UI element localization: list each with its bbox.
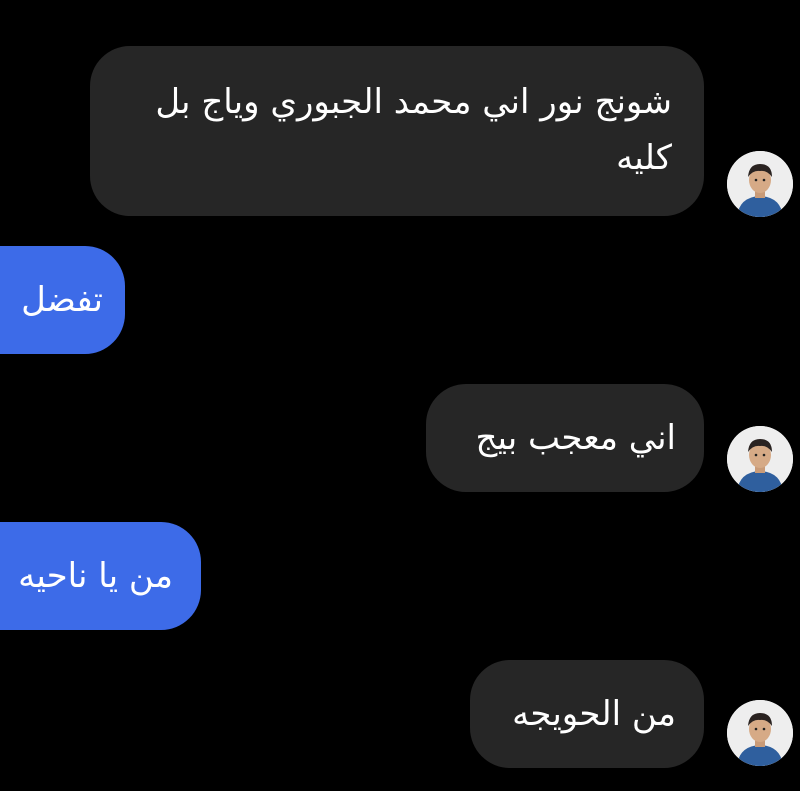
message-text: من يا ناحيه: [18, 556, 173, 596]
message-text-line: شونج نور اني محمد الجبوري وياج بل: [155, 82, 672, 122]
avatar-icon: [727, 426, 793, 492]
sent-message-bubble[interactable]: تفضل: [0, 246, 125, 354]
avatar-icon: [727, 151, 793, 217]
avatar-icon: [727, 700, 793, 766]
received-message-bubble[interactable]: اني معجب بيج: [426, 384, 704, 492]
sent-message-bubble[interactable]: من يا ناحيه: [0, 522, 201, 630]
sender-avatar[interactable]: [727, 151, 793, 217]
message-text-line: كليه: [616, 138, 672, 178]
message-text: من الحويجه: [512, 694, 676, 734]
message-text: تفضل: [21, 280, 103, 320]
message-text: اني معجب بيج: [475, 418, 676, 458]
received-message-bubble[interactable]: شونج نور اني محمد الجبوري وياج بل كليه: [90, 46, 704, 216]
sender-avatar[interactable]: [727, 426, 793, 492]
received-message-bubble[interactable]: من الحويجه: [470, 660, 704, 768]
sender-avatar[interactable]: [727, 700, 793, 766]
